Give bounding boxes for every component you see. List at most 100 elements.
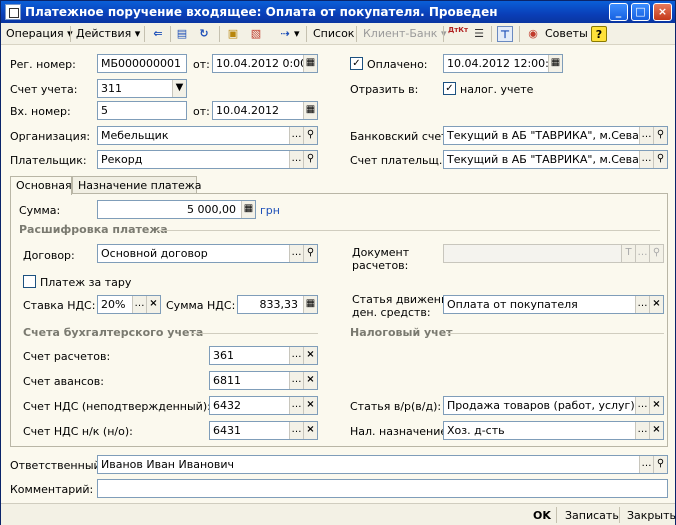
open-icon[interactable]: ⚲ [653, 127, 667, 144]
vat-unconfirmed-field[interactable]: 6432… × [209, 396, 318, 415]
open-icon[interactable]: ⚲ [649, 245, 663, 262]
settlement-doc-label-2: расчетов: [352, 259, 409, 272]
vat-sum-field[interactable]: 833,33 ▦ [237, 295, 318, 314]
select-button[interactable]: … [639, 456, 653, 473]
in-date-field[interactable]: 10.04.2012 ▦ [212, 101, 318, 120]
select-button[interactable]: … [635, 245, 649, 262]
dt-kt-icon[interactable]: ДтКт [448, 26, 468, 42]
payer-account-field[interactable]: Текущий в АБ "ТАВРИКА", м.Севасто… ⚲ [443, 150, 668, 169]
select-button[interactable]: … [635, 422, 649, 439]
bank-account-label: Банковский счет: [350, 130, 452, 143]
structure-icon[interactable]: ⊤ [497, 26, 513, 42]
type-button[interactable]: T [621, 245, 635, 262]
help-icon[interactable]: ? [591, 26, 607, 42]
close-form-button[interactable]: Закрыть [623, 507, 676, 524]
vat-rate-label: Ставка НДС: [23, 299, 96, 312]
select-button[interactable]: … [289, 397, 303, 414]
payer-account-label: Счет плательщ... [350, 154, 450, 167]
tax-accounting-checkbox[interactable]: ✓ [443, 82, 456, 95]
calendar-icon[interactable]: ▦ [303, 55, 317, 72]
clear-icon[interactable]: × [303, 422, 317, 439]
tab-payment-purpose[interactable]: Назначение платежа [72, 176, 201, 194]
minimize-button[interactable]: _ [609, 3, 628, 21]
clear-icon[interactable]: × [303, 347, 317, 364]
open-icon[interactable]: ⚲ [303, 127, 317, 144]
sum-field[interactable]: 5 000,00 ▦ [97, 200, 256, 219]
select-button[interactable]: … [289, 372, 303, 389]
back-arrow-icon[interactable]: ⇐ [150, 26, 166, 42]
save-button[interactable]: Записать [561, 507, 623, 524]
create-based-on-icon[interactable]: ⇢ [277, 26, 293, 42]
cash-flow-field[interactable]: Оплата от покупателя… × [443, 295, 664, 314]
sum-label: Сумма: [19, 204, 61, 217]
vat-nk-field[interactable]: 6431… × [209, 421, 318, 440]
select-button[interactable]: … [635, 397, 649, 414]
payer-field[interactable]: Рекорд… ⚲ [97, 150, 318, 169]
open-icon[interactable]: ⚲ [303, 245, 317, 262]
select-button[interactable]: … [639, 151, 653, 168]
chevron-down-icon[interactable]: ▼ [172, 80, 186, 97]
calendar-icon[interactable]: ▦ [548, 55, 562, 72]
clear-icon[interactable]: × [649, 296, 663, 313]
advice-button[interactable]: Советы [545, 25, 588, 43]
select-button[interactable]: … [635, 296, 649, 313]
open-icon[interactable]: ⚲ [303, 151, 317, 168]
open-icon[interactable]: ⚲ [653, 151, 667, 168]
in-number-field[interactable]: 5 [97, 101, 187, 120]
divider [191, 333, 318, 334]
select-button[interactable]: … [639, 127, 653, 144]
edit-document-icon[interactable]: ▤ [174, 26, 190, 42]
divider [447, 333, 664, 334]
document-window: Платежное поручение входящее: Оплата от … [0, 0, 676, 525]
organization-field[interactable]: Мебельщик… ⚲ [97, 126, 318, 145]
unpost-document-icon[interactable]: ▧ [248, 26, 264, 42]
clear-icon[interactable]: × [146, 296, 160, 313]
calendar-icon[interactable]: ▦ [303, 102, 317, 119]
clear-icon[interactable]: × [303, 372, 317, 389]
select-button[interactable]: … [289, 127, 303, 144]
settlement-account-field[interactable]: 361… × [209, 346, 318, 365]
open-icon[interactable]: ⚲ [653, 456, 667, 473]
contract-field[interactable]: Основной договор… ⚲ [97, 244, 318, 263]
clear-icon[interactable]: × [303, 397, 317, 414]
reg-date-label: от: [193, 58, 210, 71]
select-button[interactable]: … [289, 151, 303, 168]
responsible-field[interactable]: Иванов Иван Иванович… ⚲ [97, 455, 668, 474]
tax-purpose-field[interactable]: Хоз. д-сть… × [443, 421, 664, 440]
income-item-field[interactable]: Продажа товаров (работ, услуг)… × [443, 396, 664, 415]
calculator-icon[interactable]: ▦ [303, 296, 317, 313]
select-button[interactable]: … [289, 245, 303, 262]
maximize-button[interactable]: □ [631, 3, 650, 21]
clear-icon[interactable]: × [649, 422, 663, 439]
paid-date-field[interactable]: 10.04.2012 12:00:01 ▦ [443, 54, 563, 73]
ok-button[interactable]: OK [529, 507, 555, 524]
create-based-on-dropdown[interactable]: ▾ [294, 25, 300, 43]
accounts-section-title: Счета бухгалтерского учета [23, 326, 204, 339]
advance-account-field[interactable]: 6811… × [209, 371, 318, 390]
tab-main[interactable]: Основная [10, 176, 72, 195]
comment-field[interactable] [97, 479, 668, 498]
select-button[interactable]: … [289, 347, 303, 364]
operation-menu[interactable]: Операция ▾ [6, 25, 73, 43]
bank-account-field[interactable]: Текущий в АБ "ТАВРИКА", м.Севасто… ⚲ [443, 126, 668, 145]
paid-checkbox[interactable]: ✓ [350, 57, 363, 70]
select-button[interactable]: … [289, 422, 303, 439]
select-button[interactable]: … [132, 296, 146, 313]
reg-number-field[interactable]: МБ000000001 [97, 54, 187, 73]
responsible-label: Ответственный: [10, 459, 105, 472]
account-select[interactable]: 311 ▼ [97, 79, 187, 98]
clear-icon[interactable]: × [649, 397, 663, 414]
post-document-icon[interactable]: ▣ [225, 26, 241, 42]
reg-date-field[interactable]: 10.04.2012 0:00: ▦ [212, 54, 318, 73]
settlement-doc-field[interactable]: T… ⚲ [443, 244, 664, 263]
report-icon[interactable]: ☰ [471, 26, 487, 42]
tare-payment-checkbox[interactable] [23, 275, 36, 288]
refresh-icon[interactable]: ↻ [196, 26, 212, 42]
close-button[interactable]: × [653, 3, 672, 21]
client-bank-menu[interactable]: Клиент-Банк ▾ [363, 25, 446, 43]
vat-rate-field[interactable]: 20%… × [97, 295, 161, 314]
list-button[interactable]: Список [313, 25, 354, 43]
advice-icon[interactable]: ◉ [525, 26, 541, 42]
calculator-icon[interactable]: ▦ [241, 201, 255, 218]
actions-menu[interactable]: Действия ▾ [76, 25, 140, 43]
